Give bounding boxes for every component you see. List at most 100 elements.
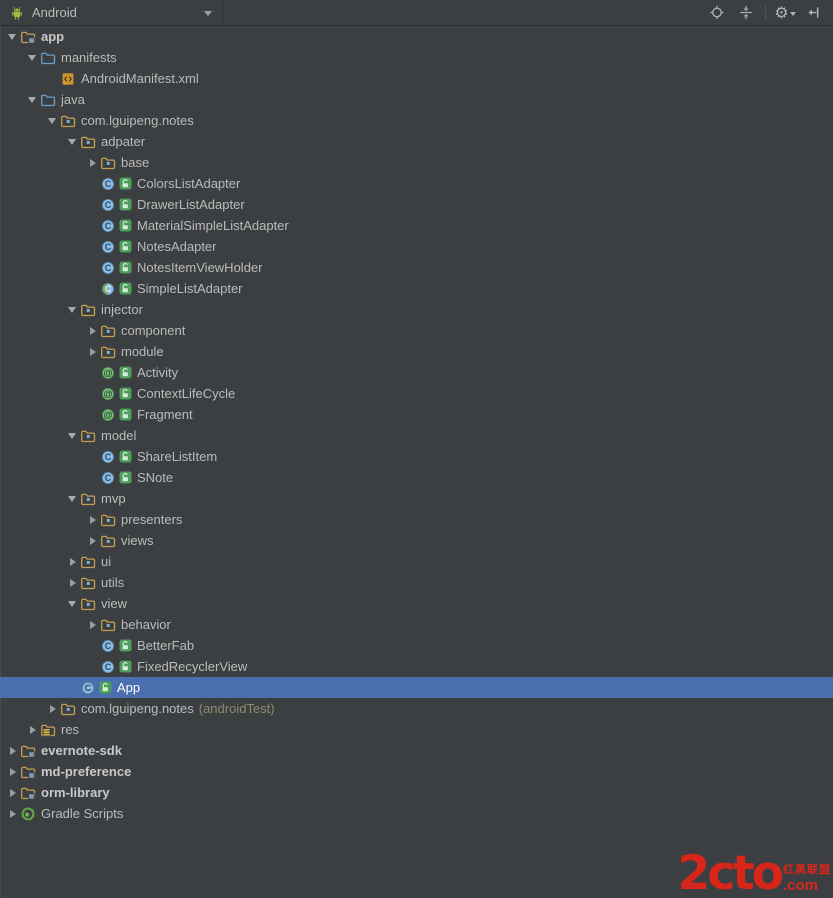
tree-row[interactable]: orm-library (0, 782, 833, 803)
unlocked-lock-icon (118, 407, 132, 423)
expand-arrow[interactable] (64, 302, 80, 318)
watermark-brand: 2cto (677, 846, 784, 898)
svg-text:C: C (105, 641, 112, 651)
tree-item-label: app (41, 29, 65, 44)
expand-spacer (84, 281, 100, 297)
expand-arrow[interactable] (84, 323, 100, 339)
tree-row[interactable]: C App (0, 677, 833, 698)
tree-item-label: mvp (101, 491, 126, 506)
tree-row[interactable]: @ ContextLifeCycle (0, 383, 833, 404)
tree-row[interactable]: ui (0, 551, 833, 572)
expand-spacer (84, 638, 100, 654)
package-folder-icon (80, 302, 96, 318)
tree-row[interactable]: behavior (0, 614, 833, 635)
unlocked-lock-icon (118, 638, 132, 654)
expand-arrow[interactable] (64, 575, 80, 591)
expand-arrow[interactable] (4, 764, 20, 780)
tree-row[interactable]: model (0, 425, 833, 446)
tree-row[interactable]: C NotesAdapter (0, 236, 833, 257)
expand-spacer (84, 449, 100, 465)
tree-row[interactable]: injector (0, 299, 833, 320)
tree-row[interactable]: presenters (0, 509, 833, 530)
package-folder-icon (60, 113, 76, 129)
unlocked-lock-icon (118, 659, 132, 675)
tree-item-label: App (117, 680, 141, 695)
annotation-icon: @ (100, 386, 116, 402)
toolbar-separator (765, 5, 766, 20)
expand-arrow[interactable] (24, 722, 40, 738)
android-project-tool-window: Android ⚙ app manifests AndroidManifest.xm… (0, 0, 833, 898)
tree-row[interactable]: com.lguipeng.notes (androidTest) (0, 698, 833, 719)
expand-arrow[interactable] (24, 50, 40, 66)
tree-row[interactable]: C BetterFab (0, 635, 833, 656)
tree-row[interactable]: @ Activity (0, 362, 833, 383)
expand-arrow[interactable] (4, 785, 20, 801)
tree-row[interactable]: adpater (0, 131, 833, 152)
tree-row[interactable]: C SimpleListAdapter (0, 278, 833, 299)
collapse-all-button[interactable] (736, 3, 756, 23)
tree-row[interactable]: C ShareListItem (0, 446, 833, 467)
tree-row[interactable]: evernote-sdk (0, 740, 833, 761)
tree-item-label: res (61, 722, 80, 737)
expand-arrow[interactable] (64, 596, 80, 612)
tree-row[interactable]: java (0, 89, 833, 110)
svg-text:@: @ (103, 368, 112, 379)
tree-row[interactable]: md-preference (0, 761, 833, 782)
expand-arrow[interactable] (64, 428, 80, 444)
annotation-icon: @ (100, 365, 116, 381)
tree-row[interactable]: component (0, 320, 833, 341)
tree-row[interactable]: module (0, 341, 833, 362)
tree-row[interactable]: mvp (0, 488, 833, 509)
tree-row[interactable]: C MaterialSimpleListAdapter (0, 215, 833, 236)
expand-arrow[interactable] (4, 806, 20, 822)
expand-spacer (84, 365, 100, 381)
tree-item-label: Fragment (137, 407, 193, 422)
package-folder-icon (80, 554, 96, 570)
expand-arrow[interactable] (24, 92, 40, 108)
tree-row[interactable]: app (0, 26, 833, 47)
expand-arrow[interactable] (4, 29, 20, 45)
tree-row[interactable]: base (0, 152, 833, 173)
expand-arrow[interactable] (64, 134, 80, 150)
tree-item-label: SimpleListAdapter (137, 281, 243, 296)
tree-row[interactable]: @ Fragment (0, 404, 833, 425)
expand-arrow[interactable] (64, 554, 80, 570)
expand-arrow[interactable] (84, 155, 100, 171)
expand-arrow[interactable] (84, 512, 100, 528)
tree-row[interactable]: C NotesItemViewHolder (0, 257, 833, 278)
tree-row[interactable]: manifests (0, 47, 833, 68)
svg-text:C: C (85, 683, 92, 693)
class-green-icon: C (100, 281, 116, 297)
expand-arrow[interactable] (84, 533, 100, 549)
tree-row[interactable]: C SNote (0, 467, 833, 488)
tree-row[interactable]: C DrawerListAdapter (0, 194, 833, 215)
tree-row[interactable]: Gradle Scripts (0, 803, 833, 824)
expand-arrow[interactable] (4, 743, 20, 759)
tree-row[interactable]: utils (0, 572, 833, 593)
tree-row[interactable]: view (0, 593, 833, 614)
tree-row[interactable]: views (0, 530, 833, 551)
module-folder-icon (20, 29, 36, 45)
expand-arrow[interactable] (64, 491, 80, 507)
svg-text:@: @ (103, 410, 112, 421)
tree-item-label: presenters (121, 512, 183, 527)
expand-arrow[interactable] (84, 344, 100, 360)
tree-row[interactable]: C FixedRecyclerView (0, 656, 833, 677)
tree-row[interactable]: com.lguipeng.notes (0, 110, 833, 131)
tree-row[interactable]: C ColorsListAdapter (0, 173, 833, 194)
class-icon: C (80, 680, 96, 696)
tree-row[interactable]: AndroidManifest.xml (0, 68, 833, 89)
chevron-down-icon (204, 10, 212, 20)
hide-panel-button[interactable] (804, 3, 824, 23)
expand-arrow[interactable] (44, 113, 60, 129)
project-tree: app manifests AndroidManifest.xml java com.l… (0, 26, 833, 824)
class-icon: C (100, 176, 116, 192)
expand-arrow[interactable] (44, 701, 60, 717)
expand-arrow[interactable] (84, 617, 100, 633)
locate-button[interactable] (707, 3, 727, 23)
view-mode-dropdown[interactable]: Android (0, 0, 224, 25)
tree-row[interactable]: res (0, 719, 833, 740)
svg-text:C: C (105, 452, 112, 462)
folder-blue-icon (40, 92, 56, 108)
settings-button[interactable]: ⚙ (774, 3, 796, 23)
